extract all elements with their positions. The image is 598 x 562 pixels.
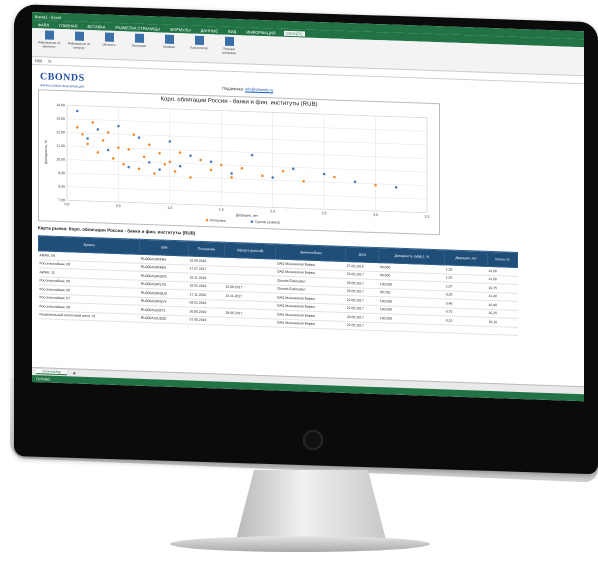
excel-window: Книга1 - Excel ФАЙЛ ГЛАВНАЯ ВСТАВКА РАЗМЕТ… <box>32 12 584 402</box>
x-tick-label: 2,5 <box>322 211 327 215</box>
y-tick-label: 12,00 <box>56 130 65 134</box>
table-cell[interactable] <box>224 316 276 328</box>
y-tick-label: 8,00 <box>58 185 65 189</box>
file-tab[interactable]: ФАЙЛ <box>36 22 51 28</box>
ribbon-tab-7[interactable]: CBONDS <box>283 30 305 37</box>
ribbon-button-3[interactable]: Котировки <box>126 33 152 54</box>
x-tick-label: 0,0 <box>65 202 70 206</box>
status-text: ГОТОВО <box>36 376 51 382</box>
table-cell[interactable] <box>444 324 488 335</box>
ribbon-button-label: Информация по эмитенту <box>37 40 61 49</box>
support-label: Поддержка: <box>222 85 244 92</box>
ribbon-button-1[interactable]: Информация по выпуску <box>66 31 92 52</box>
ribbon-button-4[interactable]: Графики <box>156 34 182 55</box>
ribbon-button-label: Обновить <box>102 42 116 47</box>
cbonds-logo: CBONDS <box>40 71 85 84</box>
ribbon-tab-2[interactable]: РАЗМЕТКА СТРАНИЦЫ <box>113 24 162 31</box>
x-tick-label: 0,5 <box>116 204 121 208</box>
x-tick-label: 3,5 <box>425 215 430 219</box>
ribbon-button-label: Информация по выпуску <box>67 41 91 50</box>
legend-label: Котировки <box>210 218 226 223</box>
table-cell[interactable] <box>487 325 518 336</box>
ribbon-button-icon <box>194 35 204 45</box>
ribbon-tab-3[interactable]: ФОРМУЛЫ <box>168 26 193 32</box>
ribbon-button-icon <box>134 33 144 43</box>
y-tick-label: 10,00 <box>56 157 65 161</box>
camera-icon <box>303 430 323 450</box>
ribbon-button-icon <box>44 30 54 40</box>
sheet-tab-cbondsmap[interactable]: CbondsMap <box>36 369 67 376</box>
x-tick-label: 1,0 <box>167 206 172 210</box>
table-cell[interactable]: 07.08.2019 <box>188 315 225 326</box>
legend-label: Сделки (ask/bid) <box>255 220 280 225</box>
y-tick-label: 13,00 <box>56 117 65 121</box>
ribbon-tab-5[interactable]: ВИД <box>226 28 238 33</box>
table-cell[interactable]: 22.05.2017 <box>345 320 379 331</box>
ribbon-tab-0[interactable]: ГЛАВНАЯ <box>57 22 79 28</box>
bonds-table: Бумага ISIN Погашение Оферта (put/call) Эмит… <box>38 235 518 336</box>
ribbon-button-0[interactable]: Информация по эмитенту <box>36 30 62 51</box>
cbonds-logo-subtitle: ФИНАНСОВАЯ ИНФОРМАЦИЯ <box>40 83 85 89</box>
x-tick-label: 3,0 <box>373 213 378 217</box>
name-box[interactable]: N56 <box>35 58 42 63</box>
plot-area <box>66 104 428 214</box>
window-title: Книга1 - Excel <box>35 13 61 20</box>
y-tick-label: 9,00 <box>58 171 65 175</box>
ribbon-button-label: Графики <box>163 44 175 49</box>
column-header[interactable]: Погашение <box>188 240 225 258</box>
y-axis-label: Доходность, % <box>44 140 48 164</box>
ribbon-button-icon <box>224 36 234 47</box>
x-tick-label: 1,5 <box>219 208 224 212</box>
column-header[interactable]: Купон, % <box>487 251 518 268</box>
table-cell[interactable]: RU000A0JUDZ8 <box>139 313 189 324</box>
support-link[interactable]: info@cbonds.ru <box>245 86 273 92</box>
imac-computer: Книга1 - Excel ФАЙЛ ГЛАВНАЯ ВСТАВКА РАЗМЕТ… <box>0 0 598 562</box>
section-title: Карта рынка: Корп. облигации России - ба… <box>38 225 196 236</box>
ribbon-button-2[interactable]: Обновить <box>96 32 122 53</box>
ribbon-button-6[interactable]: Текущие котировки <box>216 36 242 57</box>
monitor-stand <box>236 470 386 540</box>
scatter-chart[interactable]: Корп. облигации России - банки и фин. ин… <box>38 89 440 236</box>
monitor-stand-base <box>170 536 430 552</box>
support-info: Поддержка: info@cbonds.ru <box>222 86 273 93</box>
ribbon-tab-1[interactable]: ВСТАВКА <box>85 23 107 29</box>
x-axis-label: Дюрация, лет <box>236 213 259 218</box>
column-header[interactable]: Дата <box>345 246 379 263</box>
x-tick-label: 2,0 <box>270 209 275 213</box>
column-header[interactable]: ISIN <box>139 239 189 256</box>
ribbon-button-5[interactable]: Калькулятор <box>186 35 212 56</box>
formula-fx-icon: fx <box>48 58 52 64</box>
add-sheet-icon[interactable]: ⊕ <box>73 371 76 375</box>
legend-marker <box>205 218 209 222</box>
y-tick-label: 14,00 <box>56 103 65 107</box>
ribbon-button-label: Котировки <box>131 43 147 48</box>
column-header[interactable]: Оферта (put/call) <box>224 242 276 260</box>
worksheet[interactable]: CBONDS ФИНАНСОВАЯ ИНФОРМАЦИЯ Поддержка: … <box>32 65 584 385</box>
ribbon-tab-6[interactable]: ИНФОРМАЦИЯ <box>244 29 277 35</box>
y-tick-label: 11,00 <box>57 144 66 148</box>
ribbon-button-icon <box>104 32 114 42</box>
column-header[interactable]: Дюрация, лет <box>444 249 488 267</box>
legend-marker <box>250 220 254 223</box>
ribbon-button-label: Калькулятор <box>190 45 208 51</box>
table-cell[interactable]: ОАО Московская Биржа <box>275 318 346 330</box>
ribbon-button-icon <box>74 31 84 41</box>
ribbon-tab-4[interactable]: ДАННЫЕ <box>199 27 220 33</box>
chart-plot: 14,0013,0012,0011,0010,009,008,007,000,0… <box>44 103 430 225</box>
ribbon-button-icon <box>164 34 174 44</box>
table-cell[interactable] <box>378 322 445 333</box>
ribbon-button-label: Текущие котировки <box>222 46 236 56</box>
